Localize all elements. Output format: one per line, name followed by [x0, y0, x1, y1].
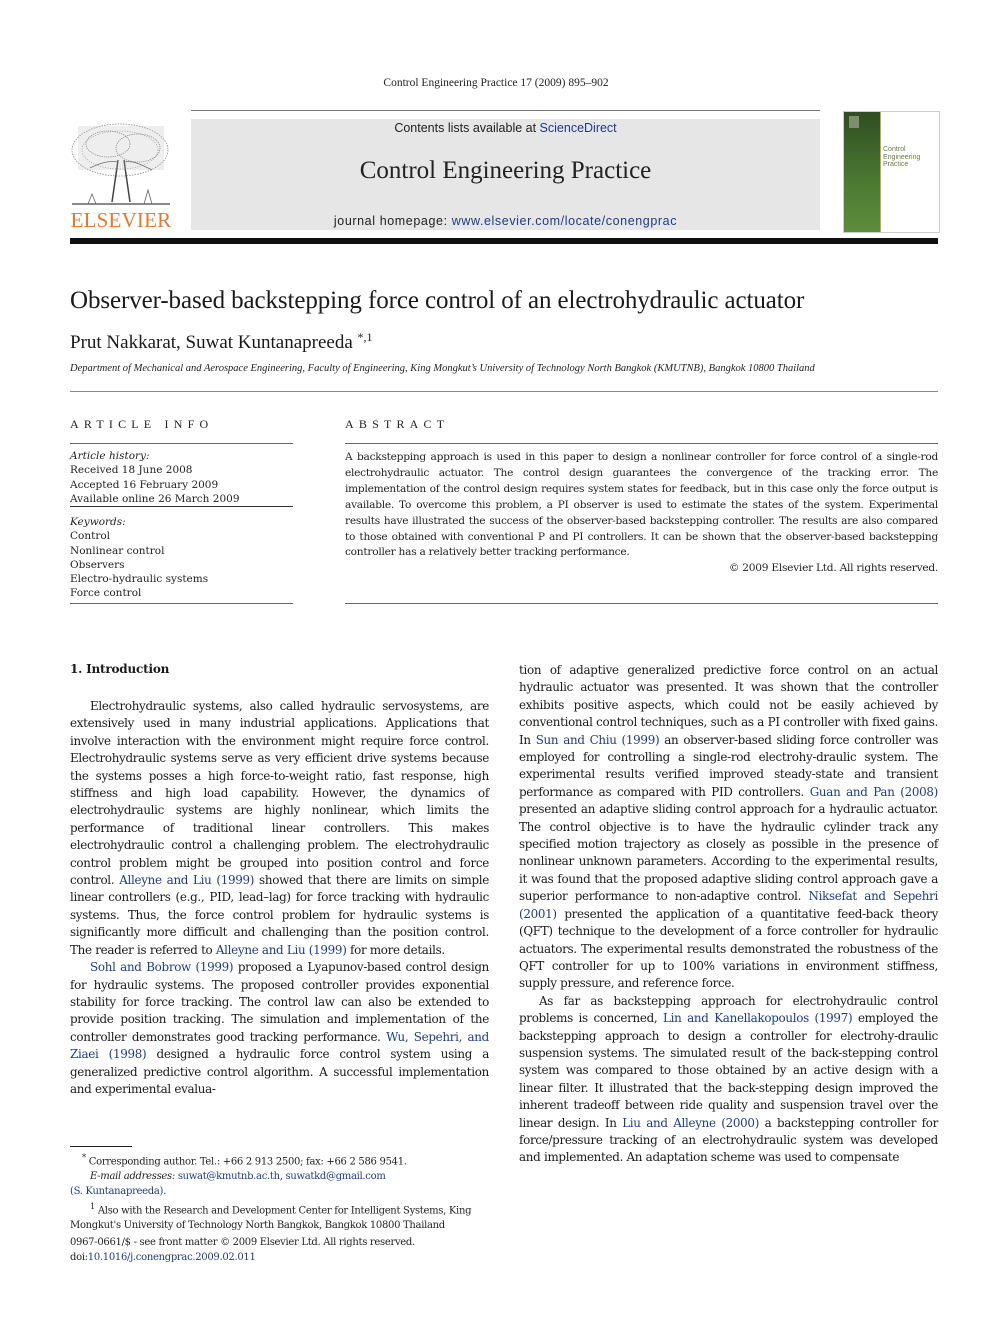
keywords-label: Keywords: [70, 516, 126, 528]
paragraph: Electrohydraulic systems, also called hy… [70, 698, 489, 959]
article-title: Observer-based backstepping force contro… [70, 287, 805, 314]
header-thick-rule [70, 238, 938, 244]
history-rule [70, 506, 293, 507]
paragraph: As far as backstepping approach for elec… [519, 993, 938, 1167]
paragraph: tion of adaptive generalized predictive … [519, 662, 938, 993]
cover-title-line: Control [883, 146, 906, 153]
author-list: Prut Nakkarat, Suwat Kuntanapreeda *,1 [70, 330, 373, 354]
citation-link[interactable]: Liu and Alleyne (2000) [622, 1116, 759, 1130]
body-column-left: Electrohydraulic systems, also called hy… [70, 698, 489, 1098]
cover-green-strip [844, 112, 880, 232]
email-owner-link[interactable]: (S. Kuntanapreeda). [70, 1186, 166, 1197]
keywords-rule [70, 603, 293, 604]
footnote-corresponding: * Corresponding author. Tel.: +66 2 913 … [70, 1150, 495, 1170]
citation-link[interactable]: Guan and Pan (2008) [810, 785, 939, 799]
header-rule [191, 110, 820, 111]
history-accepted: Accepted 16 February 2009 [70, 478, 219, 491]
history-received: Received 18 June 2008 [70, 464, 193, 477]
article-info-heading: ARTICLE INFO [70, 417, 214, 431]
journal-cover-thumbnail[interactable]: Control Engineering Practice [843, 111, 940, 233]
keyword: Electro-hydraulic systems [70, 573, 209, 586]
journal-homepage-line: journal homepage: www.elsevier.com/locat… [191, 214, 820, 228]
text-run: presented the application of a quantitat… [519, 906, 938, 991]
footnote-email-owner: (S. Kuntanapreeda). [70, 1185, 495, 1200]
citation-link[interactable]: Sun and Chiu (1999) [536, 733, 660, 747]
abstract-text: A backstepping approach is used in this … [345, 451, 938, 559]
doi-prefix: doi: [70, 1251, 88, 1263]
author-names: Prut Nakkarat, Suwat Kuntanapreeda [70, 332, 353, 353]
footnote-text: Corresponding author. Tel.: +66 2 913 25… [85, 1156, 407, 1168]
keyword: Observers [70, 558, 125, 571]
footnote-1: 1 Also with the Research and Development… [70, 1199, 495, 1234]
text-run: for more details. [346, 942, 445, 957]
journal-banner: Contents lists available at ScienceDirec… [191, 119, 820, 230]
cover-title-line: Engineering [883, 153, 921, 161]
citation-link[interactable]: Alleyne and Liu (1999) [119, 873, 254, 887]
abstract-rule-top [345, 443, 938, 444]
citation-link[interactable]: Lin and Kanellakopoulos (1997) [663, 1011, 853, 1025]
front-matter: 0967-0661/$ - see front matter © 2009 El… [70, 1236, 495, 1265]
doi-link[interactable]: 10.1016/j.conengprac.2009.02.011 [88, 1252, 256, 1263]
affiliation: Department of Mechanical and Aerospace E… [70, 363, 815, 374]
footnote-rule [70, 1146, 132, 1147]
keyword: Force control [70, 587, 142, 600]
keywords: Keywords: Control Nonlinear control Obse… [70, 515, 293, 601]
article-info-rule [70, 443, 293, 444]
homepage-prefix: journal homepage: [333, 214, 452, 228]
history-online: Available online 26 March 2009 [70, 492, 240, 505]
article-history: Article history: Received 18 June 2008 A… [70, 449, 293, 506]
elsevier-wordmark: ELSEVIER [70, 208, 172, 232]
cover-title-line: Practice [883, 161, 909, 168]
cover-elsevier-mark-icon [849, 116, 859, 128]
email-label: E-mail addresses: [90, 1170, 178, 1182]
email-link[interactable]: suwat@kmutnb.ac.th [178, 1171, 280, 1182]
paragraph: Sohl and Bobrow (1999) proposed a Lyapun… [70, 959, 489, 1098]
author-footnote-marks[interactable]: *,1 [358, 330, 373, 344]
abstract: A backstepping approach is used in this … [345, 450, 938, 577]
doi-line: doi:10.1016/j.conengprac.2009.02.011 [70, 1251, 495, 1266]
abstract-heading: ABSTRACT [345, 417, 450, 431]
sciencedirect-link[interactable]: ScienceDirect [540, 121, 617, 135]
keyword: Nonlinear control [70, 544, 165, 557]
cover-title: Control Engineering Practice [883, 146, 939, 169]
text-run: employed the backstepping approach to de… [519, 1011, 939, 1130]
abstract-rule-bottom [345, 603, 938, 604]
running-head: Control Engineering Practice 17 (2009) 8… [383, 77, 609, 89]
journal-homepage-link[interactable]: www.elsevier.com/locate/conengprac [452, 214, 677, 228]
cover-divider [880, 112, 881, 232]
contents-available-line: Contents lists available at ScienceDirec… [191, 121, 820, 135]
citation-link[interactable]: Sohl and Bobrow (1999) [90, 960, 234, 974]
section-heading-introduction: 1. Introduction [70, 662, 170, 676]
footnotes: * Corresponding author. Tel.: +66 2 913 … [70, 1150, 495, 1234]
keyword: Control [70, 530, 111, 543]
footnote-text: Also with the Research and Development C… [70, 1205, 472, 1232]
body-column-right: tion of adaptive generalized predictive … [519, 662, 938, 1167]
footnote-emails: E-mail addresses: suwat@kmutnb.ac.th, su… [70, 1170, 495, 1185]
text-run: Electrohydraulic systems, also called hy… [70, 699, 489, 888]
contents-prefix: Contents lists available at [394, 121, 540, 135]
citation-link[interactable]: Alleyne and Liu (1999) [216, 943, 347, 957]
email-link[interactable]: suwatkd@gmail.com [286, 1171, 386, 1182]
journal-title: Control Engineering Practice [359, 157, 652, 184]
affiliation-rule [70, 391, 938, 392]
abstract-copyright: © 2009 Elsevier Ltd. All rights reserved… [728, 562, 938, 575]
article-history-label: Article history: [70, 450, 150, 462]
issn-line: 0967-0661/$ - see front matter © 2009 El… [70, 1237, 415, 1248]
